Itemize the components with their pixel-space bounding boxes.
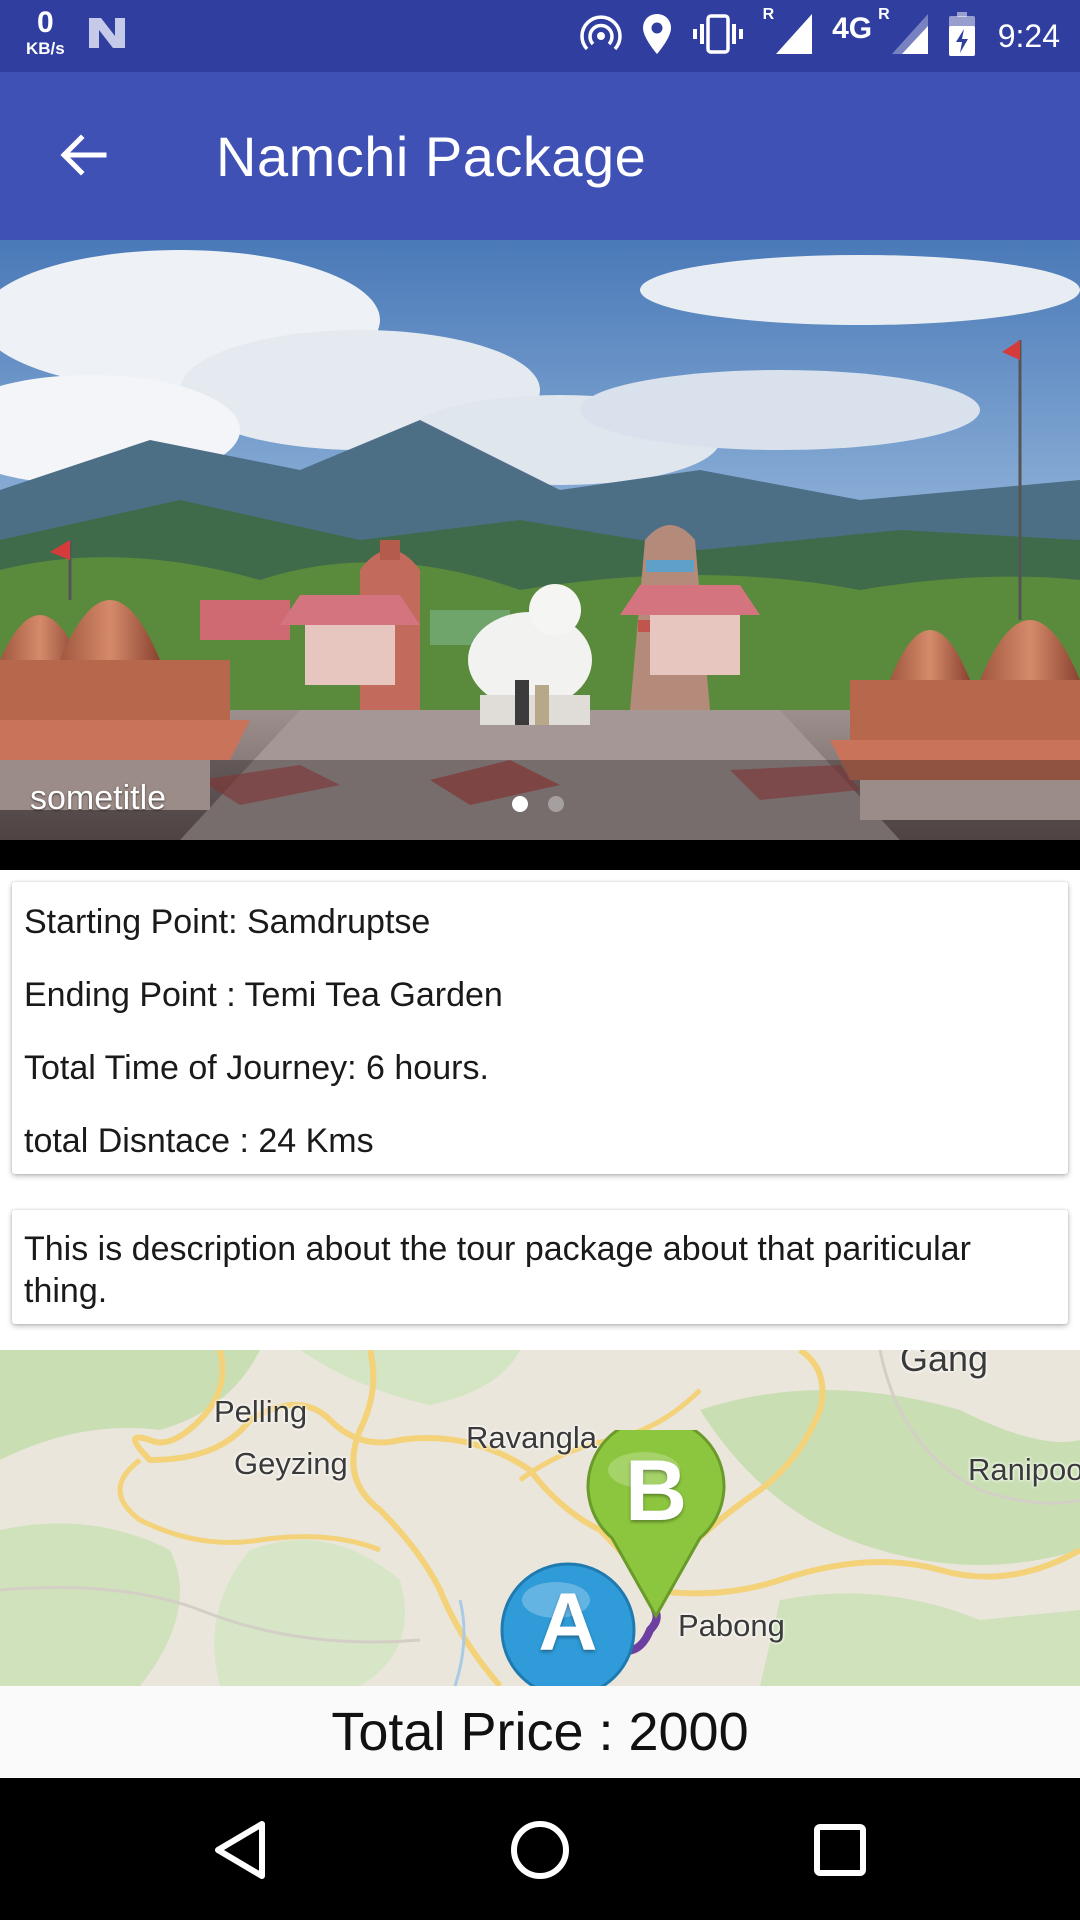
ending-point-text: Ending Point : Temi Tea Garden (24, 976, 503, 1014)
roaming-indicator: R (762, 5, 775, 23)
banner-caption: sometitle (30, 779, 167, 817)
battery-icon (948, 11, 976, 62)
description-text: This is description about the tour packa… (24, 1230, 971, 1310)
network-type-label: 4G (832, 11, 873, 45)
starting-point-text: Starting Point: Samdruptse (24, 903, 431, 941)
marker-b-label: B (624, 1443, 688, 1539)
total-price-text: Total Price : 2000 (331, 1702, 749, 1762)
page-title: Namchi Package (216, 125, 647, 188)
vibrate-icon (691, 12, 745, 61)
location-icon (641, 12, 673, 61)
map-label-geyzing: Geyzing (234, 1446, 348, 1481)
map-label-pelling: Pelling (214, 1394, 308, 1429)
package-details-card: Starting Point: Samdruptse Ending Point … (12, 882, 1068, 1174)
signal-icon-2 (890, 12, 930, 61)
status-bar: 0 KB/s R 4G R 9:24 (0, 0, 1080, 72)
map-label-ranipool: Ranipoo (968, 1452, 1080, 1487)
arrow-back-icon (58, 130, 108, 185)
status-left: 0 KB/s (26, 8, 127, 57)
app-bar: Namchi Package (0, 72, 1080, 240)
data-speed-unit: KB/s (26, 39, 65, 58)
signal-group-2: 4G R (832, 6, 930, 61)
signal-group-1: R (763, 6, 815, 61)
total-time-text: Total Time of Journey: 6 hours. (24, 1049, 489, 1087)
signal-icon (774, 12, 814, 61)
nav-back-icon (215, 1821, 265, 1879)
marker-b[interactable]: B (586, 1416, 726, 1620)
hotspot-icon (579, 12, 623, 61)
map-label-ravangla: Ravangla (466, 1420, 597, 1455)
notification-n-icon (87, 14, 127, 55)
image-slider[interactable]: sometitle (0, 240, 1080, 840)
clock: 9:24 (997, 17, 1060, 54)
nav-home-icon (511, 1821, 569, 1879)
nav-recents-button[interactable] (804, 1814, 876, 1886)
roaming-indicator-2: R (878, 5, 890, 23)
total-distance-text: total Disntace : 24 Kms (24, 1122, 374, 1160)
nav-home-button[interactable] (504, 1814, 576, 1886)
banner-image (0, 240, 1080, 840)
nav-back-button[interactable] (204, 1814, 276, 1886)
slider-dot[interactable] (548, 796, 564, 812)
status-right: R 4G R 9:24 (561, 0, 1060, 72)
data-speed-indicator: 0 KB/s (26, 6, 65, 58)
map-label-gangtok: Gang (900, 1350, 989, 1379)
slider-dot-active[interactable] (512, 796, 528, 812)
route-map[interactable]: Gang Pelling Geyzing Ravangla Ranipoo Pa… (0, 1350, 1080, 1686)
system-nav-bar (0, 1778, 1080, 1920)
price-bar: Total Price : 2000 (0, 1686, 1080, 1778)
banner-divider (0, 840, 1080, 870)
back-button[interactable] (48, 122, 118, 192)
slider-indicator (512, 796, 584, 812)
description-card: This is description about the tour packa… (12, 1210, 1068, 1324)
nav-recents-icon (814, 1824, 866, 1876)
data-speed-value: 0 (37, 6, 54, 39)
